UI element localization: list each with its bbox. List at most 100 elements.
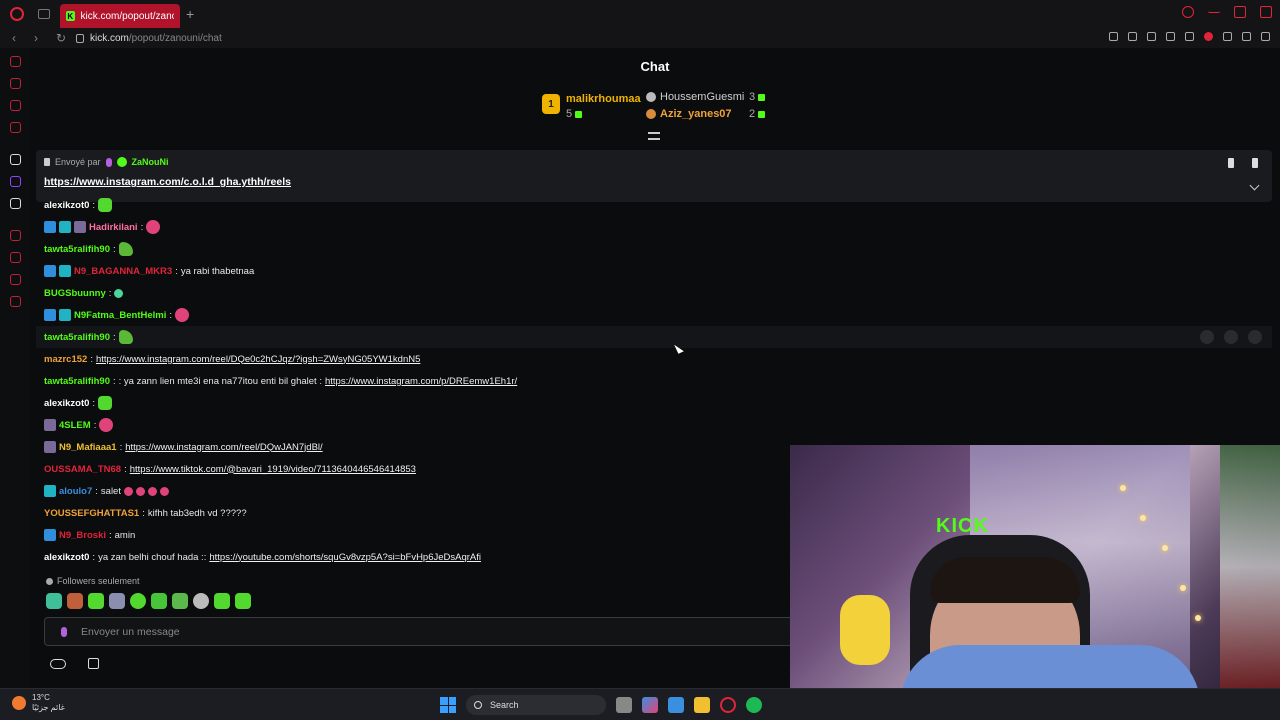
extensions-icon[interactable] <box>10 274 21 285</box>
message-link[interactable]: https://youtube.com/shorts/squGv8vzp5A?s… <box>209 552 481 563</box>
quick-emote-icon[interactable] <box>46 593 62 609</box>
message-username[interactable]: alexikzot0 <box>44 200 89 211</box>
settings-icon[interactable] <box>10 296 21 307</box>
lock-icon[interactable] <box>76 33 84 43</box>
quick-emote-icon[interactable] <box>193 593 209 609</box>
more-options-icon[interactable] <box>1252 158 1258 168</box>
windows-start-icon[interactable] <box>440 697 456 713</box>
chat-message[interactable]: tawta5ralifih90: : ya zann lien mte3i en… <box>44 373 517 389</box>
crypto-wallet-icon[interactable] <box>10 78 21 89</box>
play-icon[interactable] <box>1185 32 1194 41</box>
message-link[interactable]: https://www.instagram.com/p/DREemw1Eh1r/ <box>325 376 517 387</box>
spotify-icon[interactable] <box>746 697 762 713</box>
task-view-icon[interactable] <box>616 697 632 713</box>
message-username[interactable]: Hadirkilani <box>89 222 138 233</box>
store-app-icon[interactable] <box>668 697 684 713</box>
pinned-link[interactable]: https://www.instagram.com/c.o.l.d_gha.yt… <box>44 176 291 188</box>
message-username[interactable]: tawta5ralifih90 <box>44 332 110 343</box>
twitch-icon[interactable] <box>10 176 21 187</box>
message-username[interactable]: tawta5ralifih90 <box>44 244 110 255</box>
quick-emote-icon[interactable] <box>172 593 188 609</box>
chat-message[interactable]: alexikzot0: <box>44 197 113 213</box>
collapse-leaderboard-icon[interactable] <box>648 132 660 140</box>
message-username[interactable]: alexikzot0 <box>44 398 89 409</box>
aria-icon[interactable] <box>10 56 21 67</box>
message-username[interactable]: N9Fatma_BentHelmi <box>74 310 166 321</box>
pin-message-icon[interactable] <box>1224 330 1238 344</box>
taskbar-search[interactable]: Search <box>466 695 606 715</box>
tab-menu-icon[interactable] <box>38 9 50 19</box>
minimize-button[interactable] <box>1208 6 1220 13</box>
leader-3-name[interactable]: Aziz_yanes07 <box>660 108 732 120</box>
message-username[interactable]: BUGSbuunny <box>44 288 106 299</box>
chat-message[interactable]: N9_Mafiaaa1: https://www.instagram.com/r… <box>44 439 323 455</box>
chat-input-box[interactable] <box>44 617 794 646</box>
heart-icon[interactable] <box>1204 32 1213 41</box>
emote-picker-icon[interactable] <box>50 658 66 669</box>
chat-message[interactable]: YOUSSEFGHATTAS1: kifhh tab3edh vd ????? <box>44 505 247 521</box>
search-tabs-icon[interactable] <box>1182 6 1194 18</box>
pinned-author[interactable]: ZaNouNi <box>132 157 169 167</box>
chat-message[interactable]: mazrc152: https://www.instagram.com/reel… <box>44 351 420 367</box>
message-link[interactable]: https://www.tiktok.com/@bavari_1919/vide… <box>130 464 416 475</box>
chat-message[interactable]: OUSSAMA_TN68: https://www.tiktok.com/@ba… <box>44 461 416 477</box>
expand-pinned-icon[interactable] <box>1249 180 1260 191</box>
shield-icon[interactable] <box>1166 32 1175 41</box>
chat-message[interactable]: alexikzot0: <box>44 395 113 411</box>
message-input[interactable] <box>81 625 681 638</box>
chat-message[interactable]: aloulo7: salet <box>44 483 169 499</box>
wallet-icon[interactable] <box>1223 32 1232 41</box>
message-username[interactable]: 4SLEM <box>59 420 91 431</box>
history-icon[interactable] <box>10 252 21 263</box>
message-link[interactable]: https://www.instagram.com/reel/DQe0c2hCJ… <box>96 354 420 365</box>
reload-button[interactable]: ↻ <box>56 31 66 45</box>
player-icon[interactable] <box>10 230 21 241</box>
chat-message[interactable]: N9Fatma_BentHelmi: <box>44 307 190 323</box>
delete-icon[interactable] <box>1248 330 1262 344</box>
forward-button[interactable]: › <box>34 31 44 45</box>
message-username[interactable]: aloulo7 <box>59 486 92 497</box>
quick-emote-icon[interactable] <box>151 593 167 609</box>
chat-message[interactable]: Hadirkilani: <box>44 219 161 235</box>
zoom-icon[interactable] <box>1109 32 1118 41</box>
reply-icon[interactable] <box>1200 330 1214 344</box>
message-username[interactable]: mazrc152 <box>44 354 87 365</box>
chat-message[interactable]: N9_BAGANNA_MKR3: ya rabi thabetnaa <box>44 263 254 279</box>
quick-emote-icon[interactable] <box>235 593 251 609</box>
quick-emote-icon[interactable] <box>214 593 230 609</box>
message-username[interactable]: N9_Broski <box>59 530 106 541</box>
weather-widget[interactable]: 13°C غائم جزئيًا <box>12 693 65 713</box>
menu-icon[interactable] <box>1261 32 1270 41</box>
maximize-button[interactable] <box>1234 6 1246 18</box>
kick-sidebar-icon[interactable] <box>10 154 21 165</box>
chat-message[interactable]: BUGSbuunny: <box>44 285 124 301</box>
new-tab-button[interactable]: + <box>186 6 194 22</box>
message-username[interactable]: alexikzot0 <box>44 552 89 563</box>
messenger-icon[interactable] <box>10 100 21 111</box>
browser-tab[interactable]: K kick.com/popout/zanouni <box>60 4 180 28</box>
chat-message[interactable]: 4SLEM: <box>44 417 114 433</box>
mic-icon[interactable] <box>61 626 67 637</box>
quick-emote-icon[interactable] <box>88 593 104 609</box>
file-explorer-icon[interactable] <box>694 697 710 713</box>
music-icon[interactable] <box>10 122 21 133</box>
leader-1-name[interactable]: malikrhoumaa <box>566 93 641 105</box>
leader-2-name[interactable]: HoussemGuesmi <box>660 91 744 103</box>
chat-message[interactable]: alexikzot0: ya zan belhi chouf hada :: h… <box>44 549 481 565</box>
message-username[interactable]: N9_BAGANNA_MKR3 <box>74 266 172 277</box>
opera-gx-icon[interactable] <box>720 697 736 713</box>
download-icon[interactable] <box>1242 32 1251 41</box>
chat-message[interactable]: tawta5ralifih90: <box>44 329 133 345</box>
chat-message[interactable]: tawta5ralifih90: <box>44 241 133 257</box>
x-icon[interactable] <box>10 198 21 209</box>
message-username[interactable]: YOUSSEFGHATTAS1 <box>44 508 139 519</box>
message-username[interactable]: tawta5ralifih90 <box>44 376 110 387</box>
store-icon[interactable] <box>88 658 99 669</box>
quick-emote-icon[interactable] <box>67 593 83 609</box>
message-username[interactable]: N9_Mafiaaa1 <box>59 442 117 453</box>
unpin-icon[interactable] <box>1228 158 1234 168</box>
url-field[interactable]: kick.com/popout/zanouni/chat <box>90 33 222 44</box>
opera-logo-icon[interactable] <box>10 7 24 21</box>
bookmark-icon[interactable] <box>1128 32 1137 41</box>
chat-message[interactable]: N9_Broski: amin <box>44 527 135 543</box>
